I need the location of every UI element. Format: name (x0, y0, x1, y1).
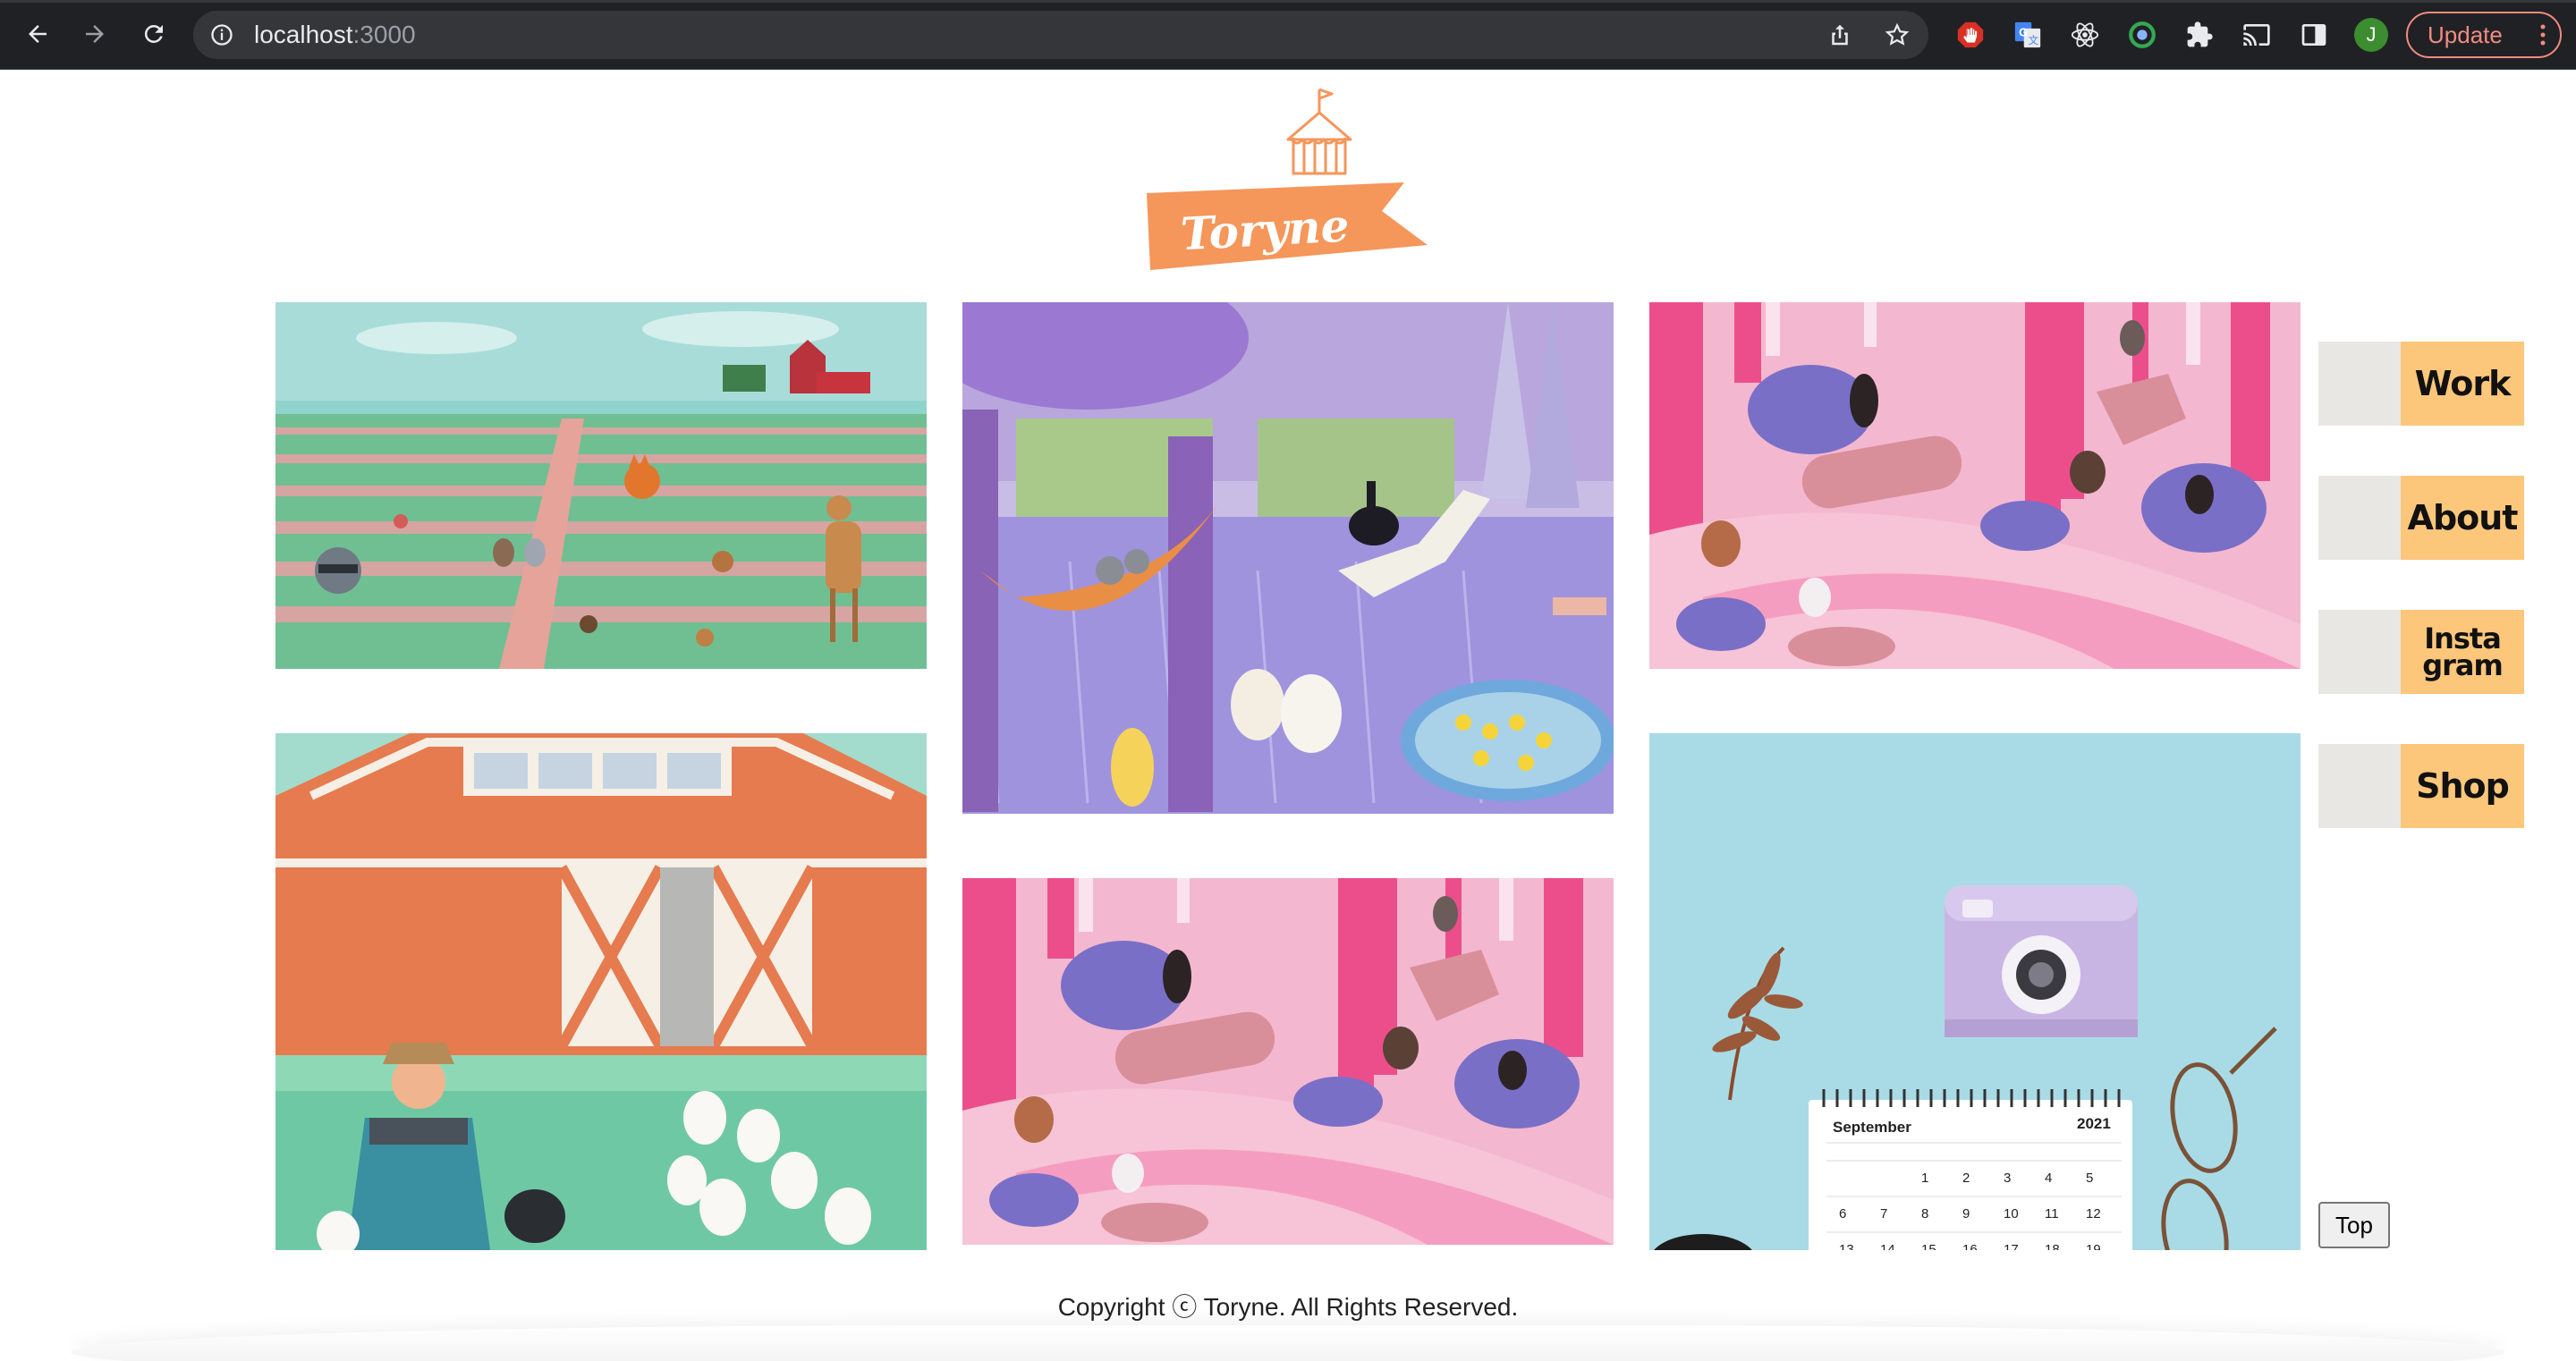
nav-instagram[interactable]: Insta gram (2318, 610, 2524, 694)
gallery-image-barn[interactable] (275, 733, 927, 1250)
cast-icon[interactable] (2240, 18, 2274, 52)
bookmark-star-icon[interactable] (1884, 21, 1911, 48)
more-vert-icon (2540, 24, 2546, 46)
camera-calendar-photo: September 2021 1 2 3 4 56 7 8 9 10 11 1213 14 15 16 17… (1649, 733, 2301, 1250)
circle-extension-icon[interactable] (2125, 18, 2159, 52)
svg-text:G: G (2019, 25, 2028, 38)
calendar-month: September (1833, 1119, 1911, 1136)
nav-about-label: About (2401, 476, 2524, 560)
update-label: Update (2428, 21, 2503, 48)
calendar-day: 10 (2004, 1206, 2019, 1222)
calendar-day: 18 (2045, 1242, 2060, 1250)
nav-work-label: Work (2401, 342, 2524, 426)
calendar-day: 12 (2086, 1206, 2101, 1222)
calendar-day: 5 (2086, 1171, 2093, 1186)
nav-shop[interactable]: Shop (2318, 744, 2524, 828)
gallery-image-lavender-garden[interactable] (962, 302, 1614, 814)
side-panel-icon[interactable] (2297, 18, 2331, 52)
calendar-year: 2021 (2077, 1115, 2111, 1132)
calendar-day: 3 (2004, 1171, 2011, 1186)
arrow-right-icon (86, 25, 104, 43)
arrow-left-icon (29, 25, 47, 43)
nav-shop-label: Shop (2401, 744, 2524, 828)
forward-button[interactable] (75, 14, 114, 54)
reload-icon (144, 24, 163, 43)
footer-divider (72, 1325, 2504, 1361)
react-devtools-icon[interactable] (2068, 18, 2102, 52)
address-bar[interactable]: localhost:3000 (193, 11, 1928, 59)
extensions-puzzle-icon[interactable] (2182, 18, 2216, 52)
calendar-day: 6 (1839, 1206, 1846, 1222)
browser-toolbar: localhost:3000 G文 J Update (0, 0, 2576, 70)
calendar-day: 11 (2045, 1206, 2059, 1222)
calendar-day: 16 (1962, 1242, 1978, 1250)
url-text[interactable]: localhost:3000 (254, 22, 416, 47)
gallery-image-pink-forest-2[interactable] (962, 878, 1614, 1245)
gallery-image-farm-field[interactable] (275, 302, 927, 669)
info-icon[interactable] (209, 22, 234, 47)
nav-work[interactable]: Work (2318, 342, 2524, 426)
calendar-day: 19 (2086, 1242, 2101, 1250)
svg-text:文: 文 (2029, 34, 2038, 46)
profile-avatar[interactable]: J (2354, 18, 2388, 52)
tab-strip-edge (0, 0, 2576, 3)
calendar-day: 15 (1921, 1242, 1936, 1250)
reload-button[interactable] (134, 14, 174, 54)
gallery-image-pink-forest[interactable] (1649, 302, 2301, 669)
nav-about[interactable]: About (2318, 476, 2524, 560)
calendar-day: 1 (1921, 1171, 1928, 1186)
gallery-image-camera-calendar[interactable]: September 2021 1 2 3 4 5 6 7 8 9 10 11 12 13 14 15 16 17… (1649, 733, 2301, 1250)
calendar-day: 14 (1880, 1242, 1895, 1250)
share-icon[interactable] (1826, 21, 1853, 48)
nav-instagram-label: Insta gram (2401, 610, 2524, 694)
farm-field-illustration (275, 302, 927, 669)
footer-copyright: Copyright ⓒ Toryne. All Rights Reserved. (1057, 1293, 1519, 1321)
calendar-day: 7 (1880, 1206, 1887, 1222)
page-content: Toryne September 2021 1 2 3 4 5 6 7 8 9 … (0, 70, 2576, 1361)
translate-extension-icon[interactable]: G文 (2011, 18, 2045, 52)
scroll-top-button[interactable]: Top (2318, 1202, 2390, 1248)
pink-forest-illustration-2 (962, 878, 1614, 1245)
adblock-extension-icon[interactable] (1953, 18, 1987, 52)
barn-illustration (275, 733, 927, 1250)
site-logo[interactable]: Toryne (1136, 88, 1440, 329)
calendar-day: 4 (2045, 1171, 2052, 1186)
calendar-day: 8 (1921, 1206, 1928, 1222)
pink-forest-illustration (1649, 302, 2301, 669)
update-button[interactable]: Update (2406, 12, 2562, 58)
calendar-day: 9 (1962, 1206, 1970, 1222)
calendar-day: 13 (1839, 1242, 1854, 1250)
lavender-garden-illustration (962, 302, 1614, 814)
url-host: localhost (254, 21, 353, 48)
back-button[interactable] (18, 14, 57, 54)
calendar-day: 2 (1962, 1171, 1970, 1186)
calendar-day: 17 (2004, 1242, 2019, 1250)
url-port: :3000 (352, 21, 416, 48)
logo-text: Toryne (1180, 199, 1351, 260)
